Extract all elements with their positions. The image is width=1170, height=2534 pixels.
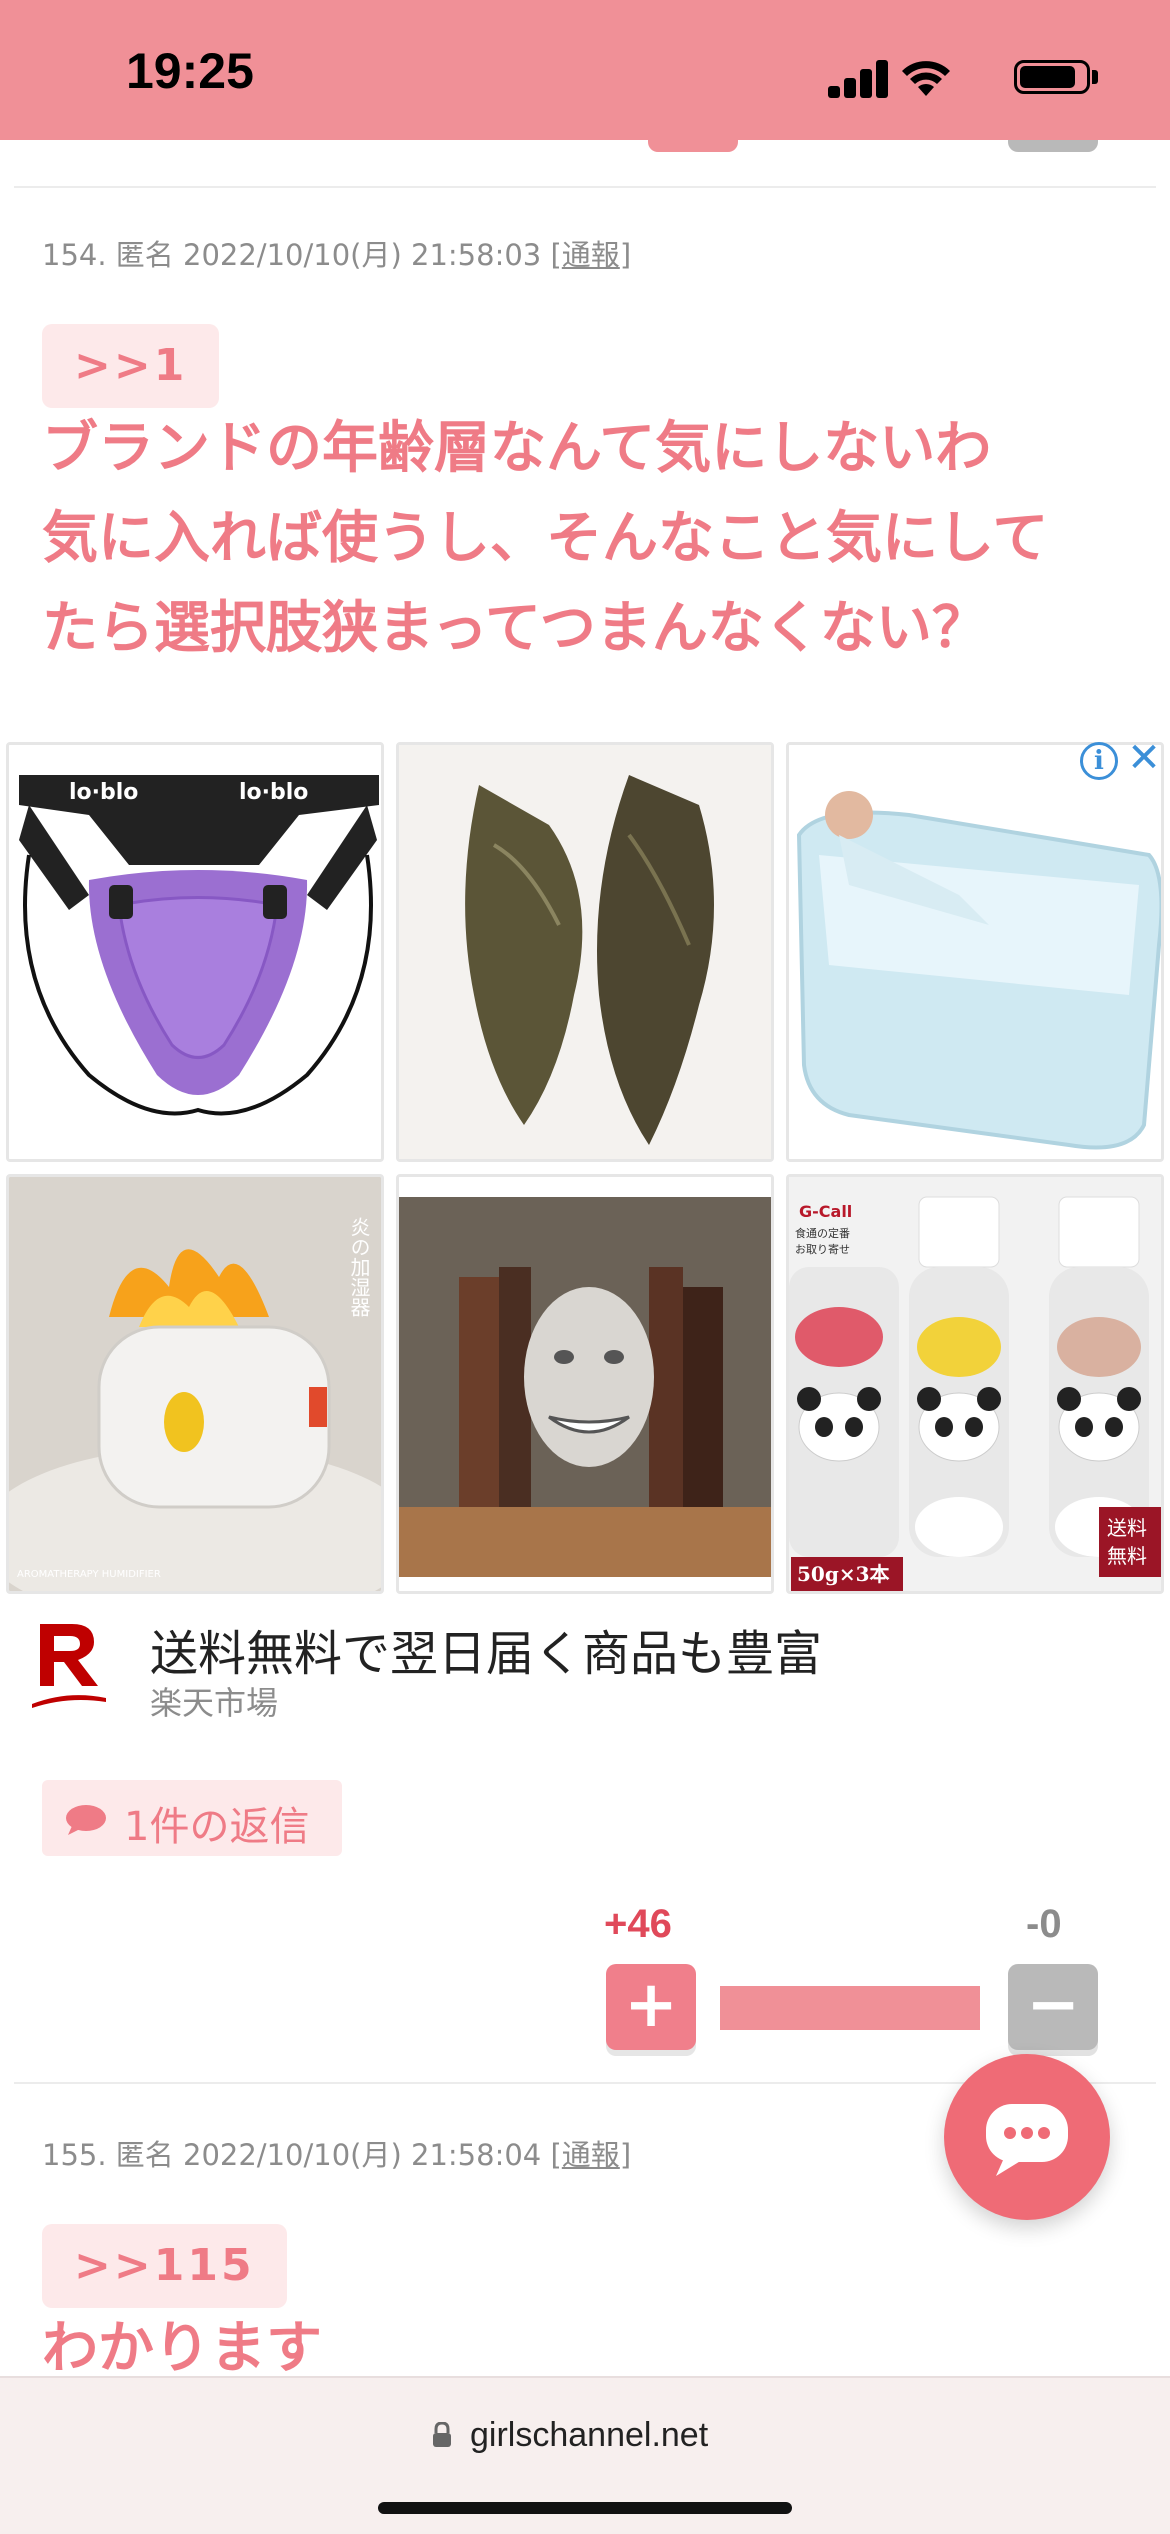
battery-icon (1014, 60, 1090, 94)
comment-body: ブランドの年齢層なんて気にしないわ 気に入れば使うし、そんなこと気にして たら選… (42, 404, 1152, 674)
chat-bubble-icon (986, 2104, 1068, 2176)
divider (14, 186, 1156, 188)
ad-source: 楽天市場 (150, 1684, 279, 1722)
home-indicator (378, 2502, 792, 2514)
reply-count-button[interactable]: 1件の返信 (42, 1780, 342, 1856)
ad-image-grid[interactable]: lo·blo lo·blo 炎の加湿器 AROMATHERAPY HUMIDIF… (6, 742, 1164, 1600)
water-bugs-graphic (399, 745, 771, 1159)
ad-image-flame-humidifier[interactable]: 炎の加湿器 AROMATHERAPY HUMIDIFIER (6, 1174, 384, 1594)
signal-icon (828, 58, 890, 98)
face-bookend-graphic (399, 1177, 771, 1591)
report-bracket-close: ] (619, 2138, 632, 2172)
panda-salt-graphic: G-Call 食通の定番 お取り寄せ 送料 無料 50g×3本 (789, 1177, 1161, 1591)
report-bracket-close: ] (619, 238, 632, 272)
vote-ratio-fill (720, 1986, 980, 2030)
plus-vote-button[interactable]: + (606, 1964, 696, 2050)
ad-image-panda-salt[interactable]: G-Call 食通の定番 お取り寄せ 送料 無料 50g×3本 (786, 1174, 1164, 1594)
ad-image-text: lo·blo (69, 780, 138, 805)
ad-image-text: 食通の定番 (795, 1226, 850, 1240)
status-icons (800, 58, 1100, 98)
flame-humidifier-graphic: 炎の加湿器 AROMATHERAPY HUMIDIFIER (9, 1177, 381, 1591)
comment-line: 気に入れば使うし、そんなこと気にして (42, 506, 1049, 571)
ad-image-purple-guard[interactable]: lo·blo lo·blo (6, 742, 384, 1162)
comment-meta: 155. 匿名 2022/10/10(月) 21:58:04 [通報] (42, 2132, 631, 2174)
browser-url-bar[interactable]: girlschannel.net (0, 2376, 1170, 2534)
ad-image-text: lo·blo (239, 780, 308, 805)
minus-vote-count: -0 (1026, 1902, 1062, 1946)
status-time: 19:25 (126, 43, 254, 99)
rakuten-logo (32, 1624, 106, 1708)
ad-image-face-bookend[interactable] (396, 1174, 774, 1594)
comment-meta-text: 154. 匿名 2022/10/10(月) 21:58:03 (42, 238, 542, 272)
battery-cap (1092, 70, 1098, 84)
ad-image-text: 50g×3本 (797, 1562, 890, 1586)
comment-meta: 154. 匿名 2022/10/10(月) 21:58:03 [通報] (42, 232, 631, 274)
report-link[interactable]: 通報 (562, 2138, 620, 2172)
ad-title[interactable]: 送料無料で翌日届く商品も豊富 (150, 1614, 822, 1684)
ad-image-text: 無料 (1107, 1544, 1147, 1568)
comment-line: たら選択肢狭まってつまんなくない？ (42, 596, 988, 661)
status-bar: 19:25 (0, 0, 1170, 140)
ad-image-text: 炎の加湿器 (347, 1217, 371, 1317)
lock-icon (433, 2422, 451, 2447)
plus-vote-count: +46 (604, 1902, 672, 1946)
reply-count-label: 1件の返信 (124, 1804, 310, 1850)
anchor-link[interactable]: >>1 (42, 324, 220, 408)
minus-vote-button[interactable]: − (1008, 1964, 1098, 2050)
ad-image-bathtub[interactable] (786, 742, 1164, 1162)
comment-meta-text: 155. 匿名 2022/10/10(月) 21:58:04 (42, 2138, 542, 2172)
ad-image-text: AROMATHERAPY HUMIDIFIER (17, 1569, 161, 1580)
comment-line: ブランドの年齢層なんて気にしないわ (42, 416, 992, 481)
speech-bubble-icon (66, 1805, 106, 1835)
url-domain: girlschannel.net (470, 2416, 709, 2454)
report-bracket-open: [ (550, 2138, 562, 2172)
vote-ratio-bar (720, 1986, 980, 2030)
report-bracket-open: [ (550, 238, 562, 272)
ad-image-text: G-Call (799, 1202, 852, 1221)
ad-image-water-bugs[interactable] (396, 742, 774, 1162)
report-link[interactable]: 通報 (562, 238, 620, 272)
bathtub-graphic (789, 745, 1161, 1159)
purple-guard-graphic: lo·blo lo·blo (9, 745, 381, 1159)
wifi-icon (902, 61, 950, 96)
ad-close-icon[interactable]: ✕ (1124, 736, 1164, 780)
ad-image-text: 送料 (1107, 1516, 1147, 1540)
chat-button[interactable] (944, 2054, 1110, 2220)
ad-image-text: お取り寄せ (795, 1242, 850, 1256)
ad-info-icon[interactable]: i (1080, 742, 1118, 780)
anchor-link[interactable]: >>115 (42, 2224, 287, 2308)
